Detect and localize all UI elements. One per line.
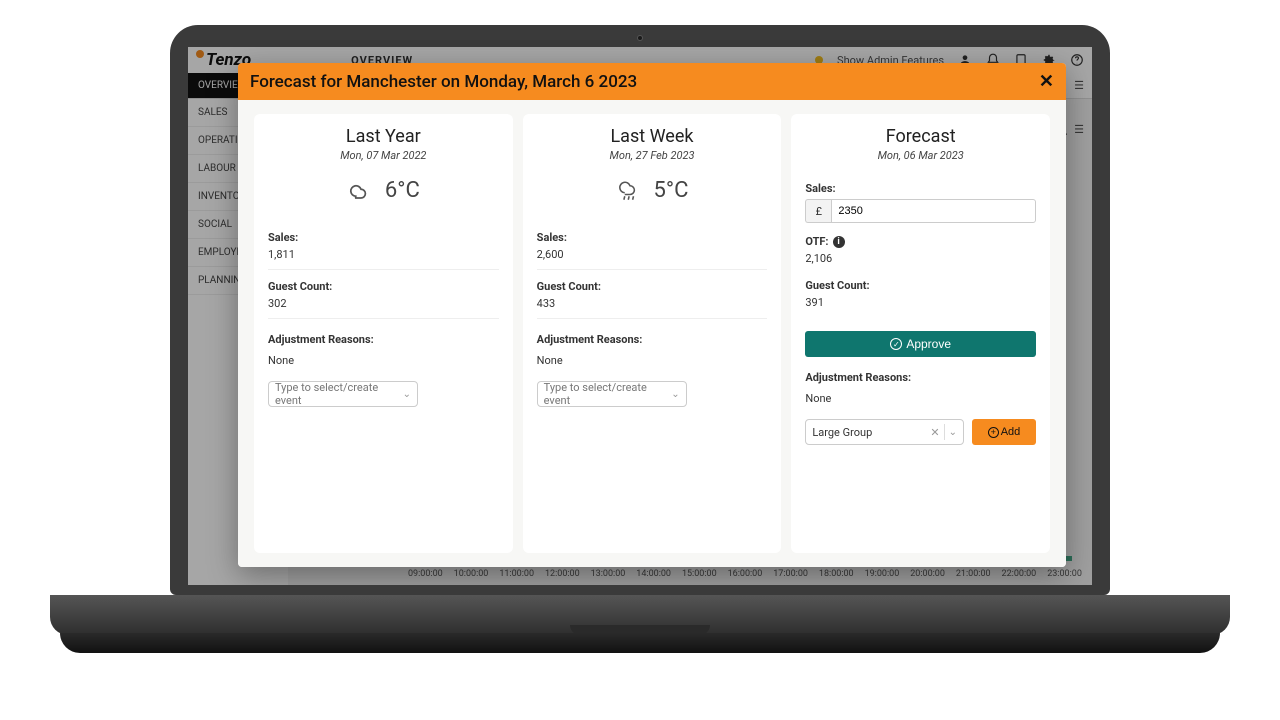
ly-event-placeholder: Type to select/create event [275, 381, 403, 407]
laptop-mockup: Tenzo OVERVIEW Show Admin Features OVERV… [170, 25, 1110, 665]
last-week-date: Mon, 27 Feb 2023 [537, 149, 768, 162]
fc-event-select[interactable]: Large Group ✕ ⌄ [805, 419, 964, 445]
last-week-weather: 5°C [537, 178, 768, 203]
fc-sales-label: Sales: [805, 182, 1036, 195]
fc-sales-row: £ [805, 199, 1036, 223]
lw-guest-value: 433 [537, 297, 768, 319]
modal-header: Forecast for Manchester on Monday, March… [238, 63, 1066, 100]
camera-dot [637, 35, 643, 41]
card-last-week: Last Week Mon, 27 Feb 2023 5°C Sales: 2,… [523, 114, 782, 553]
cloud-icon [347, 180, 375, 202]
lw-event-select[interactable]: Type to select/create event ⌄ [537, 381, 687, 407]
last-year-heading: Last Year [268, 126, 499, 147]
lw-adj-value: None [537, 354, 768, 367]
fc-guest-value: 391 [805, 296, 1036, 317]
fc-otf-value: 2,106 [805, 252, 1036, 269]
lw-adj-label: Adjustment Reasons: [537, 333, 768, 346]
fc-event-value: Large Group [812, 426, 872, 439]
chevron-down-icon: ⌄ [949, 427, 957, 438]
currency-prefix: £ [805, 199, 831, 223]
fc-guest-label: Guest Count: [805, 279, 1036, 292]
screen-bezel: Tenzo OVERVIEW Show Admin Features OVERV… [170, 25, 1110, 595]
fc-otf-row: OTF: i [805, 235, 1036, 248]
modal-title: Forecast for Manchester on Monday, March… [250, 72, 637, 92]
ly-event-select[interactable]: Type to select/create event ⌄ [268, 381, 418, 407]
ly-guest-value: 302 [268, 297, 499, 319]
chevron-down-icon: ⌄ [403, 389, 411, 400]
check-circle-icon: ✓ [890, 338, 902, 350]
card-forecast: Forecast Mon, 06 Mar 2023 Sales: £ OTF: … [791, 114, 1050, 553]
app-screen: Tenzo OVERVIEW Show Admin Features OVERV… [188, 47, 1092, 585]
last-week-temp: 5°C [654, 178, 689, 203]
ly-sales-label: Sales: [268, 231, 499, 244]
add-button[interactable]: + Add [972, 419, 1036, 445]
rain-icon [616, 180, 644, 202]
last-year-weather: 6°C [268, 178, 499, 203]
ly-guest-label: Guest Count: [268, 280, 499, 293]
approve-button[interactable]: ✓ Approve [805, 331, 1036, 357]
forecast-date: Mon, 06 Mar 2023 [805, 149, 1036, 162]
approve-label: Approve [906, 337, 951, 351]
lw-event-placeholder: Type to select/create event [544, 381, 672, 407]
fc-sales-input[interactable] [831, 199, 1036, 223]
modal-body: Last Year Mon, 07 Mar 2022 6°C Sales: 1,… [238, 100, 1066, 567]
card-last-year: Last Year Mon, 07 Mar 2022 6°C Sales: 1,… [254, 114, 513, 553]
info-icon[interactable]: i [833, 236, 845, 248]
laptop-base [60, 633, 1220, 653]
lw-guest-label: Guest Count: [537, 280, 768, 293]
lw-sales-value: 2,600 [537, 248, 768, 270]
last-week-heading: Last Week [537, 126, 768, 147]
close-icon[interactable]: ✕ [1039, 71, 1054, 92]
lw-sales-label: Sales: [537, 231, 768, 244]
clear-icon[interactable]: ✕ [930, 426, 939, 439]
ly-adj-label: Adjustment Reasons: [268, 333, 499, 346]
forecast-heading: Forecast [805, 126, 1036, 147]
ly-adj-value: None [268, 354, 499, 367]
background-app: Tenzo OVERVIEW Show Admin Features OVERV… [188, 47, 1092, 585]
forecast-modal: Forecast for Manchester on Monday, March… [238, 63, 1066, 567]
fc-otf-label: OTF: [805, 235, 828, 248]
plus-circle-icon: + [988, 427, 999, 438]
chevron-down-icon: ⌄ [671, 389, 679, 400]
add-label: Add [1001, 426, 1021, 438]
fc-adj-value: None [805, 392, 1036, 405]
last-year-temp: 6°C [385, 178, 420, 203]
fc-add-row: Large Group ✕ ⌄ + Add [805, 419, 1036, 445]
ly-sales-value: 1,811 [268, 248, 499, 270]
last-year-date: Mon, 07 Mar 2022 [268, 149, 499, 162]
fc-adj-label: Adjustment Reasons: [805, 371, 1036, 384]
